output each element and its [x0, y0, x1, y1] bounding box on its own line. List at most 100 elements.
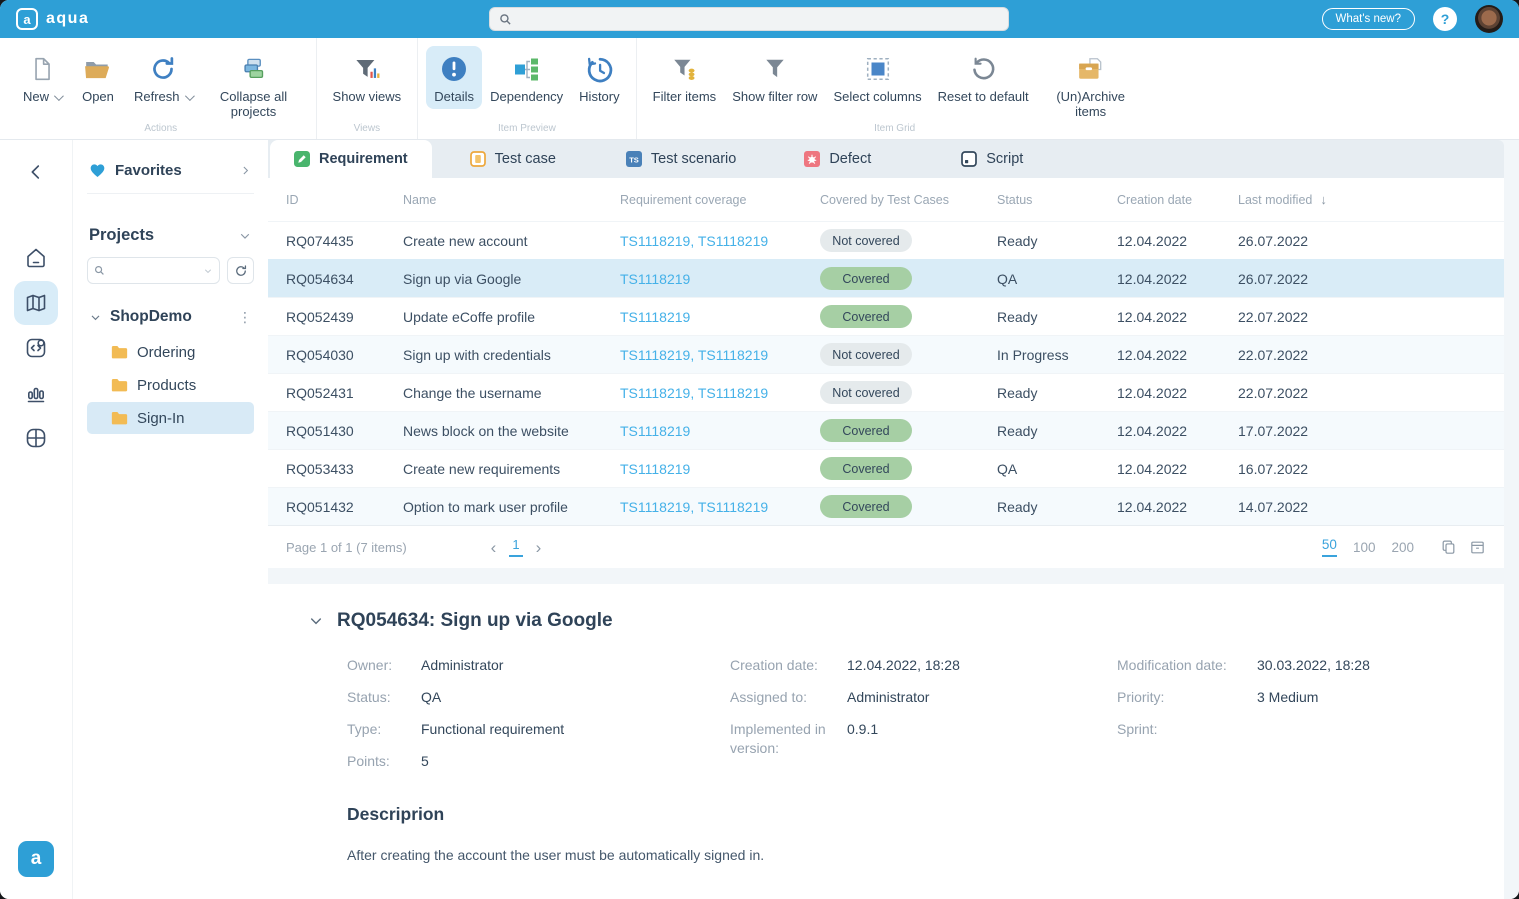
field-label-points: Points:: [347, 752, 421, 771]
tree-root-label: ShopDemo: [110, 308, 230, 326]
chevron-down-icon[interactable]: [89, 311, 102, 324]
table-row[interactable]: RQ054030 Sign up with credentials TS1118…: [268, 335, 1504, 373]
tree-item-ordering[interactable]: Ordering: [87, 336, 254, 368]
kebab-menu-icon[interactable]: ⋮: [238, 310, 252, 324]
details-label: Details: [434, 90, 474, 105]
coverage-link[interactable]: TS1118219: [620, 309, 690, 325]
refresh-button[interactable]: Refresh: [126, 46, 200, 109]
cell-name: Update eCoffe profile: [403, 309, 620, 325]
previous-page-button[interactable]: ‹: [491, 539, 497, 556]
unarchive-items-button[interactable]: (Un)Archive items: [1037, 46, 1145, 124]
select-columns-button[interactable]: Select columns: [825, 46, 929, 109]
nav-projects-button[interactable]: [14, 281, 58, 325]
cell-id: RQ053433: [286, 461, 403, 477]
column-header-covered[interactable]: Covered by Test Cases: [820, 193, 997, 207]
open-button[interactable]: Open: [70, 46, 126, 109]
show-filter-row-button[interactable]: Show filter row: [724, 46, 825, 109]
show-filter-row-label: Show filter row: [732, 90, 817, 105]
table-row[interactable]: RQ074435 Create new account TS1118219, T…: [268, 221, 1504, 259]
tab-requirement[interactable]: Requirement: [270, 140, 432, 178]
table-row-selected[interactable]: RQ054634 Sign up via Google TS1118219 Co…: [268, 259, 1504, 297]
grid-header-row: ID Name Requirement coverage Covered by …: [268, 178, 1504, 221]
coverage-link[interactable]: TS1118219, TS1118219: [620, 385, 768, 401]
nav-automation-button[interactable]: [14, 326, 58, 370]
cell-id: RQ054030: [286, 347, 403, 363]
column-header-name[interactable]: Name: [403, 193, 620, 207]
column-header-coverage[interactable]: Requirement coverage: [620, 193, 820, 207]
favorites-row[interactable]: Favorites: [87, 154, 254, 193]
reset-label: Reset to default: [938, 90, 1029, 105]
column-header-last-modified[interactable]: Last modified ↓: [1238, 192, 1504, 207]
projects-header[interactable]: Projects: [87, 222, 254, 257]
cell-status: Ready: [997, 385, 1117, 401]
field-value-owner: Administrator: [421, 656, 503, 675]
tree-item-products[interactable]: Products: [87, 369, 254, 401]
cell-id: RQ054634: [286, 271, 403, 287]
page-number[interactable]: 1: [509, 537, 522, 557]
nav-reports-button[interactable]: [14, 371, 58, 415]
global-search[interactable]: [489, 7, 1009, 31]
coverage-link[interactable]: TS1118219, TS1118219: [620, 347, 768, 363]
archive-box-icon[interactable]: [1469, 539, 1486, 556]
table-row[interactable]: RQ051432 Option to mark user profile TS1…: [268, 487, 1504, 525]
page-size-200[interactable]: 200: [1391, 540, 1414, 555]
table-row[interactable]: RQ051430 News block on the website TS111…: [268, 411, 1504, 449]
coverage-link[interactable]: TS1118219: [620, 423, 690, 439]
field-label-priority: Priority:: [1117, 688, 1257, 707]
map-icon: [24, 291, 48, 315]
next-page-button[interactable]: ›: [536, 539, 542, 556]
field-label-type: Type:: [347, 720, 421, 739]
nav-dashboard-button[interactable]: [14, 416, 58, 460]
tree-node-shopdemo[interactable]: ShopDemo ⋮: [87, 304, 254, 336]
page-size-50[interactable]: 50: [1322, 537, 1337, 557]
coverage-link[interactable]: TS1118219: [620, 461, 690, 477]
sort-descending-icon[interactable]: ↓: [1320, 192, 1327, 207]
group-label-item-grid: Item Grid: [637, 123, 1153, 134]
table-row[interactable]: RQ052439 Update eCoffe profile TS1118219…: [268, 297, 1504, 335]
test-scenario-icon: TS: [626, 151, 642, 167]
column-header-creation-date[interactable]: Creation date: [1117, 193, 1238, 207]
collapse-projects-icon: [240, 53, 267, 85]
script-icon: [961, 151, 977, 167]
project-search-input[interactable]: [110, 264, 198, 278]
projects-label: Projects: [89, 226, 238, 245]
coverage-link[interactable]: TS1118219: [620, 271, 690, 287]
dependency-button[interactable]: Dependency: [482, 46, 571, 109]
tab-script[interactable]: Script: [937, 140, 1047, 178]
project-search-box[interactable]: [87, 257, 220, 284]
tab-defect[interactable]: Defect: [780, 140, 895, 178]
global-search-input[interactable]: [518, 12, 999, 27]
show-views-button[interactable]: Show views: [325, 46, 410, 109]
project-refresh-button[interactable]: [227, 257, 254, 284]
collapse-sidebar-button[interactable]: [14, 150, 58, 194]
nav-rail: a: [0, 140, 72, 899]
chevron-down-icon: [184, 91, 194, 101]
tab-test-case[interactable]: Test case: [446, 140, 580, 178]
tree-item-sign-in[interactable]: Sign-In: [87, 402, 254, 434]
column-header-id[interactable]: ID: [286, 193, 403, 207]
new-button[interactable]: New: [14, 46, 70, 109]
tab-test-scenario[interactable]: TS Test scenario: [602, 140, 760, 178]
coverage-link[interactable]: TS1118219, TS1118219: [620, 499, 768, 515]
projects-panel: Favorites Projects ShopDe: [72, 140, 268, 899]
collapse-all-projects-button[interactable]: Collapse all projects: [200, 46, 308, 124]
views-funnel-icon: [353, 53, 380, 85]
cell-last-modified: 16.07.2022: [1238, 461, 1504, 477]
coverage-link[interactable]: TS1118219, TS1118219: [620, 233, 768, 249]
help-button[interactable]: ?: [1433, 7, 1457, 31]
nav-home-button[interactable]: [14, 236, 58, 280]
table-row[interactable]: RQ053433 Create new requirements TS11182…: [268, 449, 1504, 487]
history-button[interactable]: History: [571, 46, 627, 109]
chevron-down-icon[interactable]: [203, 266, 213, 276]
user-avatar[interactable]: [1475, 5, 1503, 33]
details-button[interactable]: Details: [426, 46, 482, 109]
filter-items-button[interactable]: Filter items: [645, 46, 725, 109]
copy-icon[interactable]: [1440, 539, 1457, 556]
page-size-100[interactable]: 100: [1353, 540, 1376, 555]
column-header-status[interactable]: Status: [997, 193, 1117, 207]
whats-new-button[interactable]: What's new?: [1322, 8, 1415, 30]
table-row[interactable]: RQ052431 Change the username TS1118219, …: [268, 373, 1504, 411]
reset-to-default-button[interactable]: Reset to default: [930, 46, 1037, 109]
pagination-bar: Page 1 of 1 (7 items) ‹ 1 › 50 100 200: [268, 525, 1504, 568]
collapse-details-icon[interactable]: [308, 613, 324, 629]
